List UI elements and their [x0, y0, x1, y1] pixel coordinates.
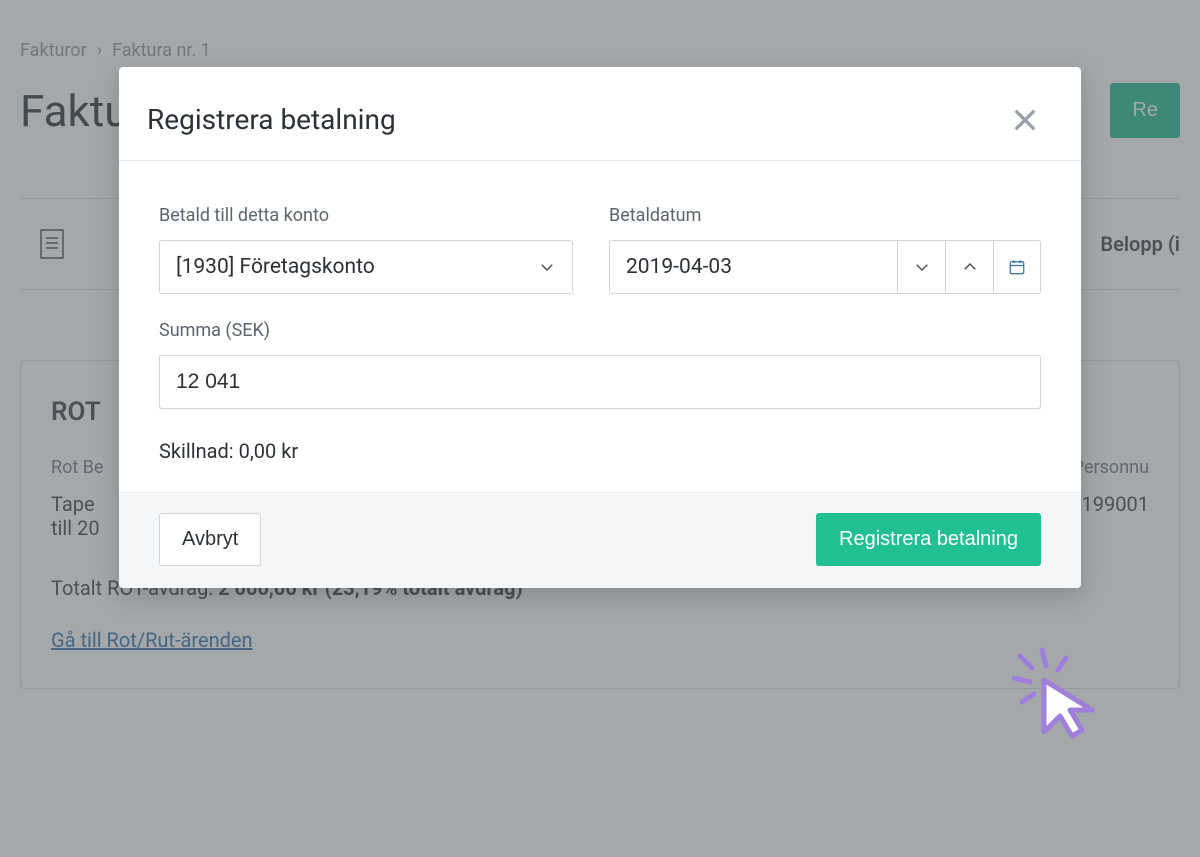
form-row-1: Betald till detta konto [1930] Företagsk…: [159, 205, 1041, 294]
sum-input[interactable]: [159, 355, 1041, 409]
date-field: Betaldatum 2019-04-03: [609, 205, 1041, 294]
close-icon[interactable]: [1009, 104, 1041, 136]
chevron-down-icon: [538, 258, 556, 276]
account-select[interactable]: [1930] Företagskonto: [159, 240, 573, 294]
date-value: 2019-04-03: [626, 255, 732, 279]
date-label: Betaldatum: [609, 205, 1041, 226]
account-value: [1930] Företagskonto: [176, 255, 375, 279]
calendar-icon: [1008, 258, 1026, 276]
date-widget: 2019-04-03: [609, 240, 1041, 294]
modal-body: Betald till detta konto [1930] Företagsk…: [119, 161, 1081, 491]
modal-header: Registrera betalning: [119, 67, 1081, 161]
date-up-button[interactable]: [945, 240, 993, 294]
account-field: Betald till detta konto [1930] Företagsk…: [159, 205, 573, 294]
date-calendar-button[interactable]: [993, 240, 1041, 294]
submit-button[interactable]: Registrera betalning: [816, 513, 1041, 566]
difference-line: Skillnad: 0,00 kr: [159, 439, 1041, 463]
modal-title: Registrera betalning: [147, 103, 396, 136]
cancel-button[interactable]: Avbryt: [159, 513, 261, 566]
form-row-2: Summa (SEK): [159, 320, 1041, 409]
chevron-down-icon: [913, 258, 931, 276]
account-label: Betald till detta konto: [159, 205, 573, 226]
date-down-button[interactable]: [897, 240, 945, 294]
modal-footer: Avbryt Registrera betalning: [119, 491, 1081, 588]
register-payment-modal: Registrera betalning Betald till detta k…: [119, 67, 1081, 588]
sum-field: Summa (SEK): [159, 320, 1041, 409]
date-input[interactable]: 2019-04-03: [609, 240, 897, 294]
chevron-up-icon: [961, 258, 979, 276]
sum-label: Summa (SEK): [159, 320, 1041, 341]
